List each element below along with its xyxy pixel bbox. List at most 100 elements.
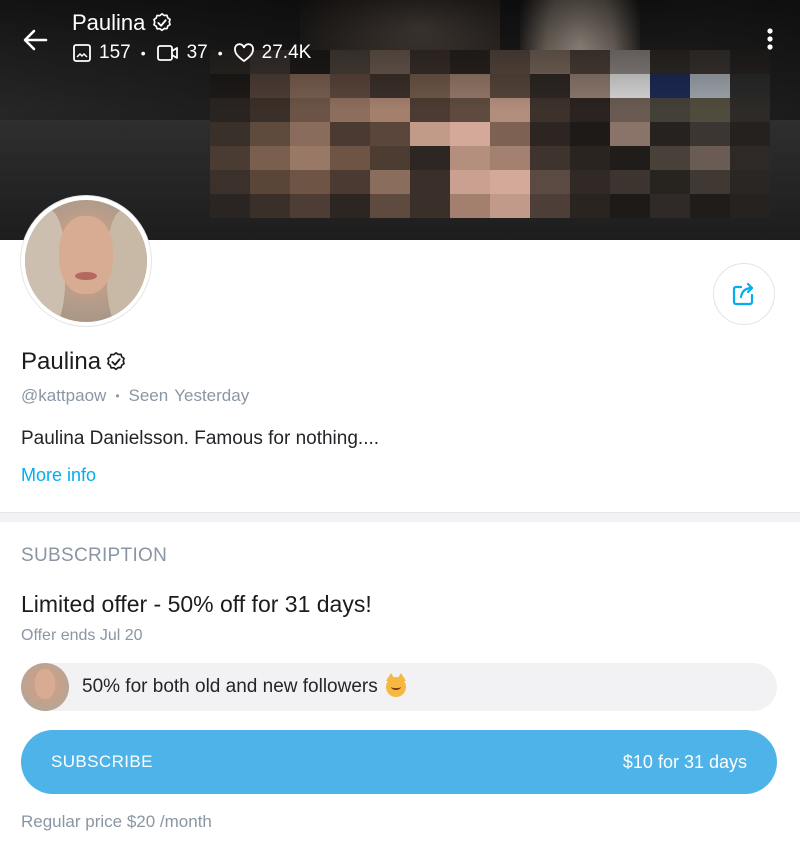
- pixel-block: [210, 122, 250, 146]
- pixel-block: [410, 122, 450, 146]
- pixel-block: [370, 122, 410, 146]
- username-handle: @kattpaow: [21, 386, 107, 405]
- subscribe-button[interactable]: SUBSCRIBE $10 for 31 days: [21, 730, 777, 794]
- pixel-block: [730, 194, 770, 218]
- pixel-block: [250, 170, 290, 194]
- pixel-block: [370, 194, 410, 218]
- pixel-block: [290, 170, 330, 194]
- pixel-block: [370, 170, 410, 194]
- promo-avatar: [21, 663, 69, 711]
- separator-dot: •: [115, 389, 120, 403]
- pixel-block: [530, 146, 570, 170]
- regular-price: Regular price $20 /month: [21, 812, 212, 831]
- stat-photos[interactable]: 157: [72, 42, 131, 64]
- arrow-left-icon: [23, 29, 48, 51]
- pixel-block: [490, 194, 530, 218]
- avatar[interactable]: [21, 196, 151, 326]
- pixel-block: [570, 170, 610, 194]
- share-button[interactable]: [713, 263, 775, 325]
- verified-icon: [107, 352, 125, 371]
- pixel-block: [530, 194, 570, 218]
- stat-videos[interactable]: 37: [156, 42, 208, 64]
- pixel-block: [490, 170, 530, 194]
- video-icon: [156, 45, 178, 61]
- pixel-block: [210, 194, 250, 218]
- stat-photos-count: 157: [99, 42, 131, 63]
- pixel-block: [650, 194, 690, 218]
- cover-image: [0, 0, 800, 240]
- share-icon: [732, 282, 754, 306]
- pixel-block: [690, 146, 730, 170]
- offer-title: Limited offer - 50% off for 31 days!: [21, 591, 372, 617]
- more-info-link[interactable]: More info: [21, 465, 96, 486]
- subscription-heading: SUBSCRIPTION: [21, 545, 168, 566]
- profile-name: Paulina: [21, 348, 127, 376]
- seen-value: Yesterday: [174, 386, 250, 405]
- pixel-block: [410, 194, 450, 218]
- offer-ends: Offer ends Jul 20: [21, 627, 143, 644]
- seen-label: Seen: [128, 386, 169, 405]
- pixel-block: [330, 146, 370, 170]
- smiling-cat-emoji-icon: [385, 673, 406, 697]
- profile-name-text: Paulina: [21, 348, 102, 375]
- pixel-block: [370, 146, 410, 170]
- pixel-block: [730, 122, 770, 146]
- promo-text: 50% for both old and new followers: [82, 676, 378, 697]
- pixel-block: [250, 146, 290, 170]
- pixel-block: [690, 122, 730, 146]
- pixel-block: [290, 122, 330, 146]
- pixel-block: [330, 122, 370, 146]
- pixel-block: [730, 146, 770, 170]
- pixel-block: [330, 170, 370, 194]
- subscribe-label: SUBSCRIBE: [51, 752, 153, 771]
- pixel-block: [210, 170, 250, 194]
- pixel-block: [530, 122, 570, 146]
- pixel-block: [490, 122, 530, 146]
- back-button[interactable]: [18, 22, 54, 58]
- handle-row: @kattpaow • Seen Yesterday: [21, 386, 249, 406]
- separator-dot: •: [217, 45, 223, 61]
- stat-videos-count: 37: [186, 42, 208, 63]
- pixel-block: [650, 122, 690, 146]
- pixel-block: [450, 146, 490, 170]
- separator-dot: •: [140, 45, 146, 61]
- pixel-block: [650, 170, 690, 194]
- pixel-block: [530, 170, 570, 194]
- section-divider: [0, 512, 800, 522]
- pixel-block: [610, 122, 650, 146]
- cover-title: Paulina: [72, 10, 173, 36]
- pixel-block: [410, 146, 450, 170]
- pixel-block: [450, 194, 490, 218]
- pixel-block: [410, 170, 450, 194]
- more-vertical-icon: [767, 28, 773, 50]
- subscribe-price: $10 for 31 days: [622, 751, 747, 772]
- pixel-block: [450, 122, 490, 146]
- pixel-block: [610, 146, 650, 170]
- pixel-block: [450, 170, 490, 194]
- pixel-block: [290, 146, 330, 170]
- bio-text: Paulina Danielsson. Famous for nothing..…: [21, 428, 380, 449]
- pixel-block: [650, 146, 690, 170]
- pixel-block: [490, 146, 530, 170]
- pixel-block: [250, 122, 290, 146]
- pixel-block: [690, 170, 730, 194]
- profile-stats: 157 • 37 • 27.4K: [72, 42, 311, 64]
- promo-message: 50% for both old and new followers: [21, 663, 777, 711]
- avatar-image: [25, 200, 147, 322]
- pixel-block: [730, 170, 770, 194]
- verified-icon: [153, 13, 172, 32]
- pixel-block: [570, 122, 610, 146]
- stat-likes[interactable]: 27.4K: [233, 42, 312, 64]
- pixel-block: [570, 194, 610, 218]
- more-options-button[interactable]: [758, 22, 782, 58]
- stat-likes-count: 27.4K: [261, 42, 312, 63]
- pixel-block: [690, 194, 730, 218]
- pixel-block: [250, 194, 290, 218]
- pixel-block: [210, 146, 250, 170]
- pixel-block: [570, 146, 610, 170]
- promo-text-wrap: 50% for both old and new followers: [82, 673, 406, 698]
- heart-icon: [233, 43, 254, 63]
- pixel-block: [610, 194, 650, 218]
- pixel-block: [610, 170, 650, 194]
- image-icon: [73, 44, 91, 62]
